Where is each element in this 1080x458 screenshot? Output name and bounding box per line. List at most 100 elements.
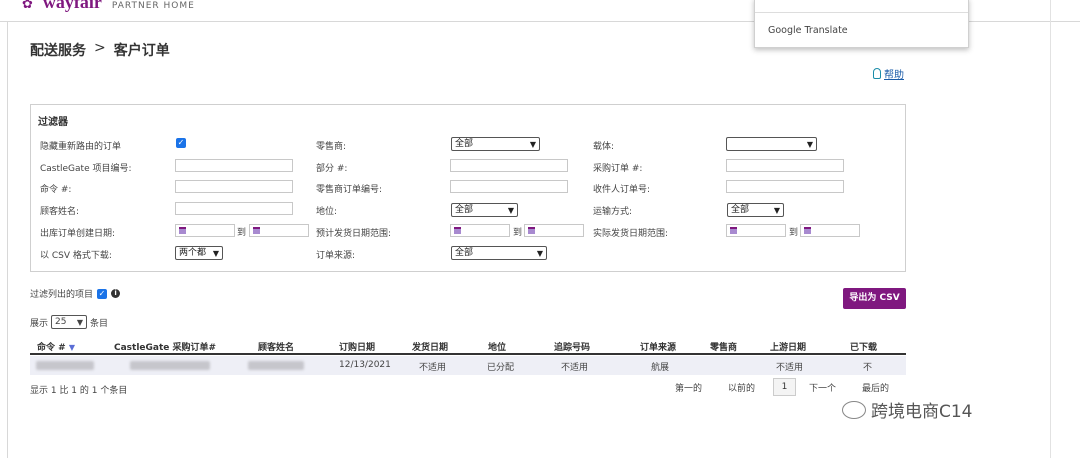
recipient-label: 收件人订单号: bbox=[593, 185, 651, 195]
actual-ship-label: 实际发货日期范围: bbox=[593, 229, 669, 239]
cell-status: 已分配 bbox=[487, 363, 515, 373]
col-ship-date[interactable]: 发货日期 bbox=[412, 340, 448, 353]
cell-order-date: 12/13/2021 bbox=[339, 360, 391, 370]
export-csv-button[interactable]: 导出为 CSV bbox=[843, 288, 906, 309]
castlegate-label: CastleGate 项目编号: bbox=[40, 164, 132, 174]
status-label: 地位: bbox=[316, 207, 338, 217]
col-tracking[interactable]: 追踪号码 bbox=[554, 340, 590, 353]
outbound-date-from[interactable] bbox=[175, 224, 235, 237]
table-row[interactable]: 12/13/2021 不适用 已分配 不适用 航展 不适用 不 bbox=[30, 356, 906, 375]
wayfair-flower-icon: ✿ bbox=[22, 0, 33, 12]
carrier-select[interactable]: ▼ bbox=[726, 137, 817, 151]
csv-format-label: 以 CSV 格式下载: bbox=[40, 251, 112, 261]
ship-method-select[interactable]: 全部 ▼ bbox=[727, 203, 784, 217]
cell-downloaded: 不 bbox=[863, 363, 873, 373]
calendar-icon bbox=[179, 227, 186, 234]
translate-popup: Google Translate bbox=[754, 0, 969, 48]
chevron-down-icon: ▼ bbox=[806, 140, 813, 149]
cell-tracking: 不适用 bbox=[561, 363, 589, 373]
breadcrumb-current: 客户订单 bbox=[113, 43, 170, 59]
csv-format-select[interactable]: 两个都 ▼ bbox=[175, 246, 223, 260]
castlegate-input[interactable] bbox=[175, 159, 293, 172]
pager-next[interactable]: 下一个 bbox=[809, 381, 836, 394]
pager-current-page[interactable]: 1 bbox=[773, 378, 796, 396]
retailer-order-label: 零售商订单编号: bbox=[316, 185, 383, 195]
breadcrumb: 配送服务 > 客户订单 bbox=[30, 40, 170, 60]
col-castlegate-po[interactable]: CastleGate 采购订单# bbox=[114, 340, 216, 353]
calendar-icon bbox=[804, 227, 811, 234]
est-ship-to-label: 到 bbox=[513, 228, 523, 238]
outbound-date-label: 出库订单创建日期: bbox=[40, 229, 116, 239]
wechat-icon bbox=[842, 400, 866, 419]
retailer-label: 零售商: bbox=[316, 142, 347, 152]
watermark: 跨境电商C14 bbox=[842, 397, 973, 422]
chevron-down-icon: ▼ bbox=[507, 206, 514, 215]
col-downloaded[interactable]: 已下载 bbox=[850, 340, 877, 353]
actual-ship-to-label: 到 bbox=[789, 228, 799, 238]
table-header: 命令 # ▼ CastleGate 采购订单# 顾客姓名 订购日期 发货日期 地… bbox=[30, 336, 906, 355]
left-divider bbox=[7, 22, 8, 458]
est-ship-from[interactable] bbox=[450, 224, 510, 237]
outbound-date-to[interactable] bbox=[249, 224, 309, 237]
calendar-icon bbox=[253, 227, 260, 234]
help-link[interactable]: 帮助 bbox=[873, 66, 904, 81]
est-ship-label: 预计发货日期范围: bbox=[316, 229, 392, 239]
sort-desc-icon: ▼ bbox=[68, 343, 75, 352]
ship-method-label: 运输方式: bbox=[593, 207, 633, 217]
breadcrumb-separator: > bbox=[94, 40, 106, 56]
col-upstream-date[interactable]: 上游日期 bbox=[770, 340, 806, 353]
col-order-source[interactable]: 订单来源 bbox=[640, 340, 676, 353]
cell-ship-date: 不适用 bbox=[419, 363, 447, 373]
customer-name-input[interactable] bbox=[175, 202, 293, 215]
page-size-select[interactable]: 25 ▼ bbox=[51, 315, 88, 329]
breadcrumb-parent[interactable]: 配送服务 bbox=[30, 40, 86, 60]
right-divider bbox=[1050, 0, 1051, 458]
filter-panel: 过滤器 隐藏重新路由的订单 ✓ CastleGate 项目编号: 命令 #: 顾… bbox=[30, 104, 906, 272]
customer-name-label: 顾客姓名: bbox=[40, 207, 80, 217]
chevron-down-icon: ▼ bbox=[529, 140, 536, 149]
col-status[interactable]: 地位 bbox=[488, 340, 506, 353]
pager-previous[interactable]: 以前的 bbox=[728, 381, 755, 394]
order-no-input[interactable] bbox=[175, 180, 293, 193]
filter-listed-label: 过滤列出的项目 bbox=[30, 290, 94, 300]
pager-first[interactable]: 第一的 bbox=[675, 381, 702, 394]
info-icon[interactable]: i bbox=[111, 289, 121, 298]
hide-rerouted-label: 隐藏重新路由的订单 bbox=[40, 142, 122, 152]
col-retailer[interactable]: 零售商 bbox=[710, 340, 737, 353]
order-source-select[interactable]: 全部 ▼ bbox=[451, 246, 547, 260]
redacted-customer-name bbox=[248, 361, 304, 370]
redacted-castlegate-po bbox=[130, 361, 210, 370]
est-ship-to[interactable] bbox=[524, 224, 584, 237]
part-input[interactable] bbox=[450, 159, 568, 172]
google-translate-label[interactable]: Google Translate bbox=[768, 25, 848, 36]
popup-divider bbox=[755, 12, 968, 13]
logo[interactable]: ✿ wayfair PARTNER HOME bbox=[22, 0, 195, 13]
col-customer-name[interactable]: 顾客姓名 bbox=[258, 340, 294, 353]
chevron-down-icon: ▼ bbox=[773, 206, 780, 215]
status-select[interactable]: 全部 ▼ bbox=[451, 203, 518, 217]
po-input[interactable] bbox=[726, 159, 844, 172]
help-label: 帮助 bbox=[884, 70, 904, 81]
calendar-icon bbox=[730, 227, 737, 234]
watermark-text: 跨境电商C14 bbox=[871, 402, 973, 422]
actual-ship-from[interactable] bbox=[726, 224, 786, 237]
carrier-label: 载体: bbox=[593, 142, 615, 152]
chevron-down-icon: ▼ bbox=[76, 318, 84, 327]
redacted-order-no bbox=[36, 361, 94, 370]
logo-subtitle: PARTNER HOME bbox=[111, 1, 195, 11]
col-order-date[interactable]: 订购日期 bbox=[339, 340, 375, 353]
filter-listed-items: 过滤列出的项目 ✓ i bbox=[30, 287, 121, 300]
chevron-down-icon: ▼ bbox=[536, 249, 543, 258]
retailer-order-input[interactable] bbox=[450, 180, 568, 193]
table-info: 显示 1 比 1 的 1 个条目 bbox=[30, 386, 128, 396]
calendar-icon bbox=[528, 227, 535, 234]
recipient-input[interactable] bbox=[726, 180, 844, 193]
show-entries: 展示 25 ▼ 条目 bbox=[30, 315, 108, 329]
actual-ship-to[interactable] bbox=[800, 224, 860, 237]
hide-rerouted-checkbox[interactable]: ✓ bbox=[176, 138, 186, 148]
part-label: 部分 #: bbox=[316, 164, 348, 174]
retailer-select[interactable]: 全部 ▼ bbox=[451, 137, 540, 151]
pager-last[interactable]: 最后的 bbox=[862, 381, 889, 394]
filter-listed-checkbox[interactable]: ✓ bbox=[97, 288, 108, 299]
col-order-no[interactable]: 命令 # ▼ bbox=[37, 340, 75, 353]
